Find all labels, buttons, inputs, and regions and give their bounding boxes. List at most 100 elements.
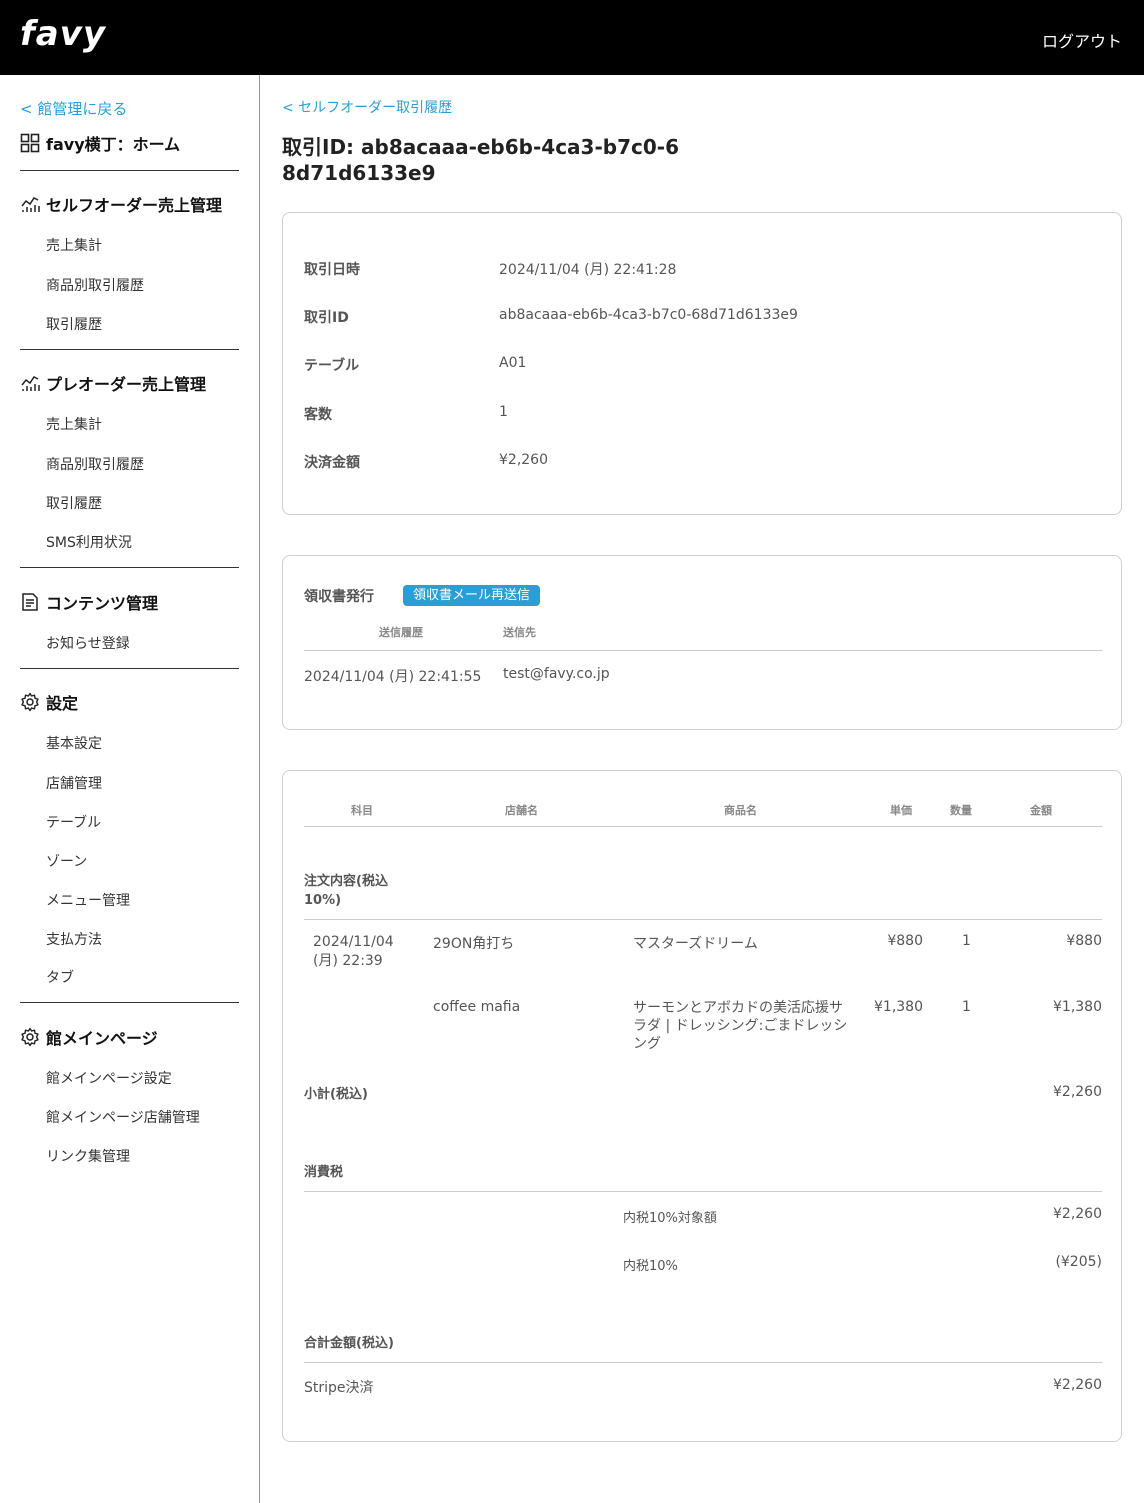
subtotal-value: ¥2,260 xyxy=(1053,1084,1102,1100)
col-header-subject: 科目 xyxy=(351,804,373,817)
sidebar-section-pre-order: プレオーダー売上管理 xyxy=(20,373,207,394)
detail-label-transaction-id: 取引ID xyxy=(304,310,349,326)
sidebar-section-title: 館メインページ xyxy=(46,1029,158,1048)
sidebar-item-payment-method[interactable]: 支払方法 xyxy=(46,929,102,949)
top-bar: favy ログアウト xyxy=(0,0,1144,75)
order-item-unit-price: ¥1,380 xyxy=(874,999,923,1015)
col-header-destination: 送信先 xyxy=(503,626,536,639)
sidebar-section-self-order: セルフオーダー売上管理 xyxy=(20,194,223,215)
col-header-product: 商品名 xyxy=(724,804,757,817)
divider xyxy=(20,170,239,171)
col-header-store: 店舗名 xyxy=(505,804,538,817)
sidebar-item-product-history[interactable]: 商品別取引履歴 xyxy=(46,454,144,474)
col-header-sent-history: 送信履歴 xyxy=(379,626,423,639)
col-header-unit-price: 単価 xyxy=(890,804,912,817)
favy-logo[interactable]: favy xyxy=(20,14,106,54)
receipt-title: 領収書発行 xyxy=(304,589,374,605)
detail-value-payment-amount: ¥2,260 xyxy=(499,452,548,468)
sidebar-section-title: コンテンツ管理 xyxy=(46,594,159,613)
tax-base-value: ¥2,260 xyxy=(1053,1206,1102,1222)
receipt-sent-at: 2024/11/04 (月) 22:41:55 xyxy=(304,669,482,685)
sidebar-home[interactable]: favy横丁：ホーム xyxy=(20,133,181,154)
detail-label-datetime: 取引日時 xyxy=(304,262,360,278)
detail-value-guests: 1 xyxy=(499,404,508,420)
gear-icon xyxy=(21,1027,39,1047)
sidebar-item-sms-usage[interactable]: SMS利用状況 xyxy=(46,532,132,552)
sidebar-home-label: favy横丁：ホーム xyxy=(46,135,181,154)
sidebar-item-link-collection[interactable]: リンク集管理 xyxy=(46,1146,130,1166)
order-item-store: 29ON角打ち xyxy=(433,936,515,952)
sidebar-section-title: セルフオーダー売上管理 xyxy=(46,196,223,215)
payment-method-label: Stripe決済 xyxy=(304,1380,374,1396)
sidebar-item-main-page-stores[interactable]: 館メインページ店舗管理 xyxy=(46,1107,200,1127)
receipt-card: 領収書発行 領収書メール再送信 送信履歴 送信先 2024/11/04 (月) … xyxy=(282,555,1122,730)
tax-base-label: 内税10%対象額 xyxy=(623,1211,717,1226)
divider xyxy=(304,919,1102,920)
resend-receipt-button[interactable]: 領収書メール再送信 xyxy=(403,585,541,606)
sidebar-item-sales-summary[interactable]: 売上集計 xyxy=(46,235,102,255)
order-breakdown-card: 科目 店舗名 商品名 単価 数量 金額 注文内容(税込 10%) 2024/11… xyxy=(282,770,1122,1442)
col-header-amount: 金額 xyxy=(1030,804,1052,817)
sidebar-item-product-history[interactable]: 商品別取引履歴 xyxy=(46,275,144,295)
detail-value-datetime: 2024/11/04 (月) 22:41:28 xyxy=(499,262,677,278)
sidebar-item-store-management[interactable]: 店舗管理 xyxy=(46,773,102,793)
sidebar-section-title: プレオーダー売上管理 xyxy=(46,375,207,394)
sidebar-item-sales-summary[interactable]: 売上集計 xyxy=(46,414,102,434)
divider xyxy=(304,1362,1102,1363)
chart-icon xyxy=(21,376,40,391)
divider xyxy=(20,668,239,669)
gear-icon xyxy=(21,692,39,712)
breadcrumb-link[interactable]: < セルフオーダー取引履歴 xyxy=(282,97,452,117)
order-item-product: マスターズドリーム xyxy=(633,936,758,952)
sidebar-section-content: コンテンツ管理 xyxy=(20,592,159,613)
col-header-quantity: 数量 xyxy=(950,804,972,817)
back-to-building-link[interactable]: < 館管理に戻る xyxy=(20,98,127,119)
divider xyxy=(304,826,1102,827)
sidebar-item-tab[interactable]: タブ xyxy=(46,967,74,987)
receipt-destination: test@favy.co.jp xyxy=(503,666,610,682)
tax-amount-value: (¥205) xyxy=(1055,1254,1102,1270)
tax-label: 消費税 xyxy=(304,1165,344,1180)
subtotal-label: 小計(税込) xyxy=(304,1087,368,1102)
tax-amount-label: 内税10% xyxy=(623,1259,678,1274)
sidebar-item-main-page-settings[interactable]: 館メインページ設定 xyxy=(46,1068,172,1088)
sidebar-item-news[interactable]: お知らせ登録 xyxy=(46,633,130,653)
sidebar-item-table[interactable]: テーブル xyxy=(46,812,101,832)
sidebar-item-basic-settings[interactable]: 基本設定 xyxy=(46,733,102,753)
order-item-quantity: 1 xyxy=(962,933,971,949)
divider xyxy=(20,567,239,568)
sidebar-section-title: 設定 xyxy=(46,694,79,713)
divider xyxy=(20,349,239,350)
page-title: 取引ID: ab8acaaa-eb6b-4ca3-b7c0-68d71d6133… xyxy=(282,135,679,185)
detail-label-payment-amount: 決済金額 xyxy=(304,455,360,471)
divider xyxy=(304,650,1102,651)
chart-icon xyxy=(21,197,40,212)
order-item-product: サーモンとアボカドの美活応援サラダ | ドレッシング:ごまドレッシング xyxy=(633,1000,848,1052)
order-item-store: coffee mafia xyxy=(433,999,521,1015)
divider xyxy=(20,1002,239,1003)
logout-link[interactable]: ログアウト xyxy=(1042,28,1122,52)
sidebar-item-transaction-history[interactable]: 取引履歴 xyxy=(46,493,102,513)
order-item-unit-price: ¥880 xyxy=(887,933,923,949)
detail-value-table: A01 xyxy=(499,355,527,371)
sidebar-section-settings: 設定 xyxy=(20,692,79,713)
payment-total-value: ¥2,260 xyxy=(1053,1377,1102,1393)
sidebar-section-main-page: 館メインページ xyxy=(20,1027,158,1048)
detail-label-guests: 客数 xyxy=(304,407,332,423)
grid-icon xyxy=(20,133,40,153)
order-item-amount: ¥880 xyxy=(1066,933,1102,949)
sidebar-item-transaction-history[interactable]: 取引履歴 xyxy=(46,314,102,334)
divider xyxy=(304,1191,1102,1192)
sidebar-item-zone[interactable]: ゾーン xyxy=(46,851,87,871)
order-item-quantity: 1 xyxy=(962,999,971,1015)
order-item-date: 2024/11/04 (月) 22:39 xyxy=(313,934,394,969)
sidebar-item-menu-management[interactable]: メニュー管理 xyxy=(46,890,130,910)
detail-label-table: テーブル xyxy=(304,358,360,374)
document-icon xyxy=(22,593,38,611)
order-section-label: 注文内容(税込 10%) xyxy=(304,874,388,908)
sidebar: < 館管理に戻る favy横丁：ホーム セルフオーダー売上管理 売上集計 商品別… xyxy=(0,75,260,1503)
detail-value-transaction-id: ab8acaaa-eb6b-4ca3-b7c0-68d71d6133e9 xyxy=(499,307,798,323)
order-item-amount: ¥1,380 xyxy=(1053,999,1102,1015)
total-label: 合計金額(税込) xyxy=(304,1336,394,1351)
transaction-details-card: 取引日時 2024/11/04 (月) 22:41:28 取引ID ab8aca… xyxy=(282,212,1122,515)
